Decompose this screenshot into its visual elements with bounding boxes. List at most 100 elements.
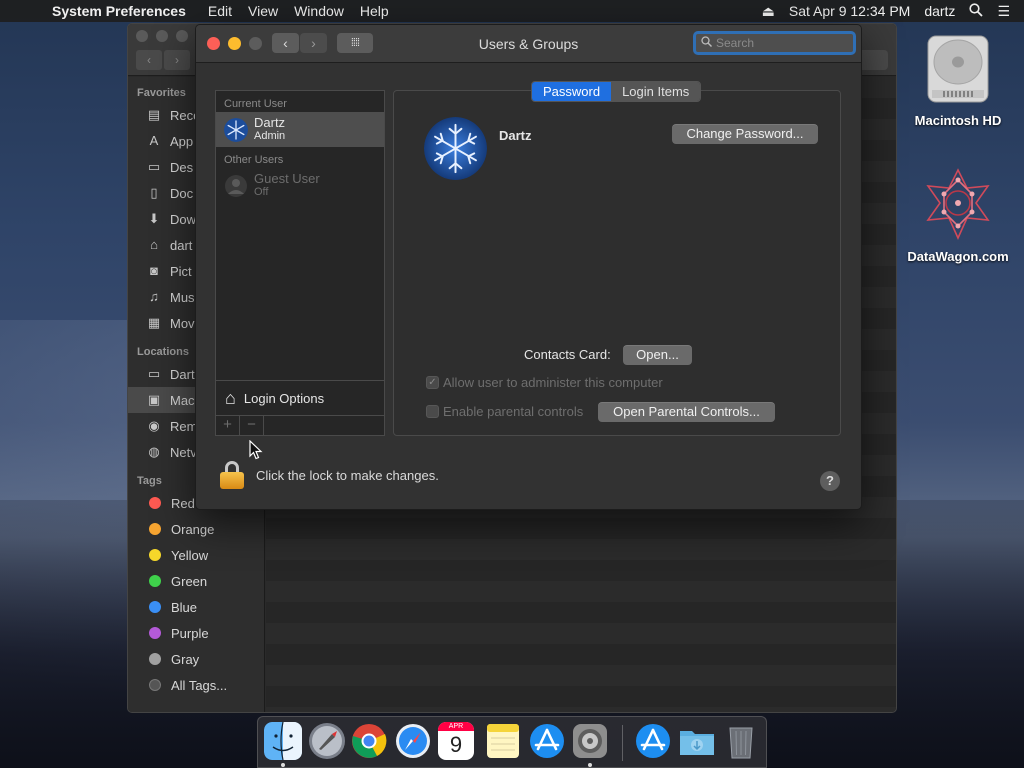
allow-admin-label: Allow user to administer this computer [443,375,663,390]
app-menu[interactable]: System Preferences [48,3,200,19]
camera-icon: ◙ [150,263,158,278]
app-store-icon[interactable] [528,722,566,760]
menu-user[interactable]: dartz [924,3,955,19]
notes-icon[interactable] [484,722,522,760]
dock: APR 9 [257,716,767,768]
search-field[interactable] [693,31,856,55]
menu-help[interactable]: Help [352,3,397,19]
tag-gray[interactable]: Gray [128,646,264,672]
downloads-folder-icon[interactable] [678,722,716,760]
contacts-card-label: Contacts Card: [524,347,611,362]
menu-bar: System Preferences Edit View Window Help… [0,0,1024,22]
system-preferences-icon[interactable] [571,722,609,760]
menu-view[interactable]: View [240,3,286,19]
tag-all[interactable]: All Tags... [128,672,264,698]
menu-clock[interactable]: Sat Apr 9 12:34 PM [789,3,910,19]
other-users-header: Other Users [224,154,284,166]
user-picture[interactable] [424,117,487,180]
change-password-button[interactable]: Change Password... [672,124,818,144]
user-display-name: Dartz [499,128,532,143]
running-indicator [588,763,592,767]
desktop-icon: ▭ [147,159,161,174]
users-groups-window: ‹ › ⁞⁞⁞⁞ Users & Groups Current User Dar… [195,24,862,510]
parental-controls-label: Enable parental controls [443,404,584,419]
lock-message: Click the lock to make changes. [256,467,439,483]
desktop-datawagon[interactable]: DataWagon.com [903,168,1013,264]
user-role: Admin [254,130,286,142]
tab-bar: Password Login Items [531,81,702,102]
tag-blue[interactable]: Blue [128,594,264,620]
tag-orange[interactable]: Orange [128,516,264,542]
notification-center-icon[interactable]: ☰ [997,3,1010,20]
document-icon: ▯ [150,185,158,200]
recents-icon: ▤ [147,107,161,122]
desktop-macintosh-hd[interactable]: Macintosh HD [903,32,1013,128]
help-button[interactable]: ? [820,471,840,491]
finder-forward-button[interactable]: › [164,50,190,70]
snowflake-avatar-icon [224,117,248,142]
users-list: Current User Dartz Admin Other Users Gue… [215,90,385,436]
tag-dot-icon [149,601,161,613]
chrome-icon[interactable] [350,722,388,760]
tab-password[interactable]: Password [532,82,612,101]
tag-green[interactable]: Green [128,568,264,594]
calendar-month: APR [438,722,474,731]
guest-status: Off [254,186,269,198]
calendar-day: 9 [449,732,463,757]
open-parental-controls-button[interactable]: Open Parental Controls... [598,402,775,422]
running-indicator [281,763,285,767]
lock-icon[interactable] [220,461,244,489]
applications-icon: A [149,133,159,148]
trash-icon[interactable] [722,722,760,760]
tag-dot-icon [149,497,161,509]
launchpad-icon[interactable] [308,722,346,760]
allow-admin-checkbox[interactable]: ✓ Allow user to administer this computer [426,375,663,390]
login-options-label: Login Options [243,390,325,406]
add-remove-bar: + − [216,415,384,435]
finder-close-button[interactable] [136,30,148,42]
parental-controls-checkbox[interactable]: Enable parental controls [426,404,583,419]
desktop-hd-label: Macintosh HD [914,113,1002,128]
finder-back-button[interactable]: ‹ [136,50,162,70]
add-user-button[interactable]: + [216,416,240,435]
eject-icon[interactable]: ⏏ [762,3,775,20]
finder-icon[interactable] [264,722,302,760]
tag-dot-icon [149,523,161,535]
finder-zoom-button[interactable] [176,30,188,42]
search-input[interactable] [716,36,836,50]
tag-dot-icon [149,679,161,691]
mouse-cursor-icon [249,440,263,460]
safari-icon[interactable] [394,722,432,760]
guest-name: Guest User [254,171,320,186]
prefs-titlebar: ‹ › ⁞⁞⁞⁞ Users & Groups [196,25,861,63]
menu-edit[interactable]: Edit [200,3,240,19]
music-icon: ♫ [149,289,159,304]
app-store-icon[interactable] [634,722,672,760]
disc-icon: ◉ [148,418,160,433]
remove-user-button[interactable]: − [240,416,264,435]
user-row-guest[interactable]: Guest User Off [216,168,384,203]
checkbox-empty-icon [426,405,439,418]
finder-search[interactable] [858,50,888,70]
tab-login-items[interactable]: Login Items [611,82,701,101]
hard-drive-icon [927,35,989,103]
film-icon: ▦ [147,315,161,330]
tag-yellow[interactable]: Yellow [128,542,264,568]
finder-minimize-button[interactable] [156,30,168,42]
datawagon-logo-icon [926,168,990,240]
tag-purple[interactable]: Purple [128,620,264,646]
download-icon: ⬇ [148,211,160,226]
spotlight-icon[interactable] [969,2,984,20]
desktop-datawagon-label: DataWagon.com [907,249,1009,264]
tag-dot-icon [149,627,161,639]
house-icon: ⌂ [225,387,236,408]
current-user-header: Current User [224,98,287,110]
open-contacts-button[interactable]: Open... [623,345,692,365]
user-row-dartz[interactable]: Dartz Admin [216,112,384,147]
menu-window[interactable]: Window [286,3,352,19]
user-detail-pane: Password Login Items Dartz Change Passwo… [393,81,841,436]
disk-icon: ▣ [147,392,161,407]
login-options-item[interactable]: ⌂ Login Options [216,380,384,415]
dock-separator [622,725,623,761]
calendar-icon[interactable]: APR 9 [438,722,474,760]
